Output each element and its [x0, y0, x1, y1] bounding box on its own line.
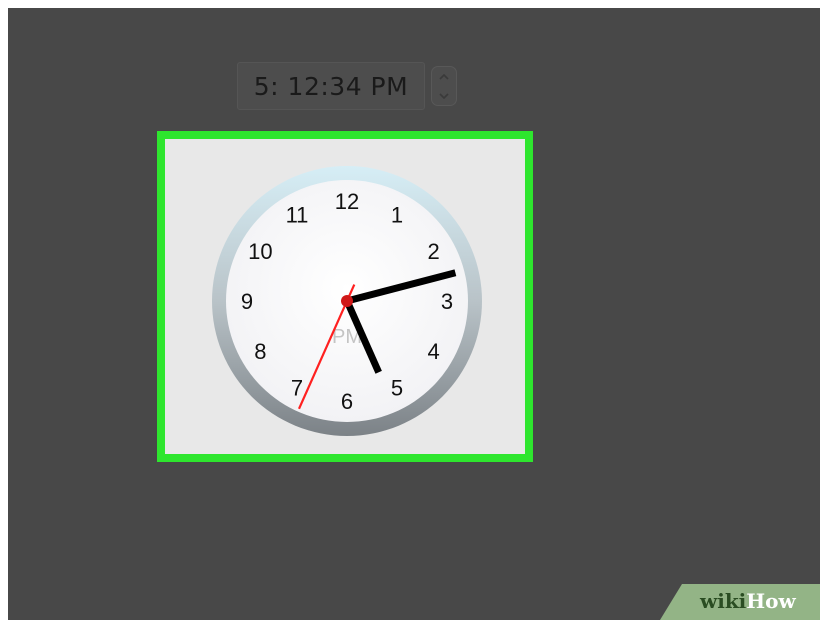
watermark-how-text: How [746, 589, 796, 613]
clock-numeral-8: 8 [254, 339, 266, 364]
wikihow-watermark: wikiHow [660, 584, 820, 620]
analog-clock-highlight[interactable]: 12 1 2 3 4 5 6 7 8 9 10 11 PM [157, 131, 533, 462]
time-stepper[interactable] [431, 66, 457, 106]
clock-numeral-12: 12 [335, 189, 359, 214]
time-value: 5: 12:34 PM [253, 71, 409, 101]
time-input[interactable]: 5: 12:34 PM [237, 62, 425, 110]
clock-numeral-9: 9 [241, 289, 253, 314]
clock-numeral-7: 7 [291, 376, 303, 401]
chevron-down-icon [439, 92, 449, 99]
stepper-up-button[interactable] [432, 67, 456, 86]
clock-numeral-2: 2 [427, 239, 439, 264]
clock-numeral-3: 3 [441, 289, 453, 314]
clock-numeral-6: 6 [341, 389, 353, 414]
clock-numeral-1: 1 [391, 202, 403, 227]
analog-clock: 121234567891011 PM [212, 166, 482, 436]
clock-numeral-11: 11 [286, 202, 309, 227]
watermark-wiki-text: wiki [700, 589, 747, 613]
clock-numeral-10: 10 [248, 239, 272, 264]
center-pin [341, 295, 353, 307]
watermark-logo: wikiHow [700, 589, 796, 613]
chevron-up-icon [439, 73, 449, 80]
clock-numeral-5: 5 [391, 376, 403, 401]
stepper-down-button[interactable] [432, 86, 456, 105]
clock-numeral-4: 4 [427, 339, 439, 364]
